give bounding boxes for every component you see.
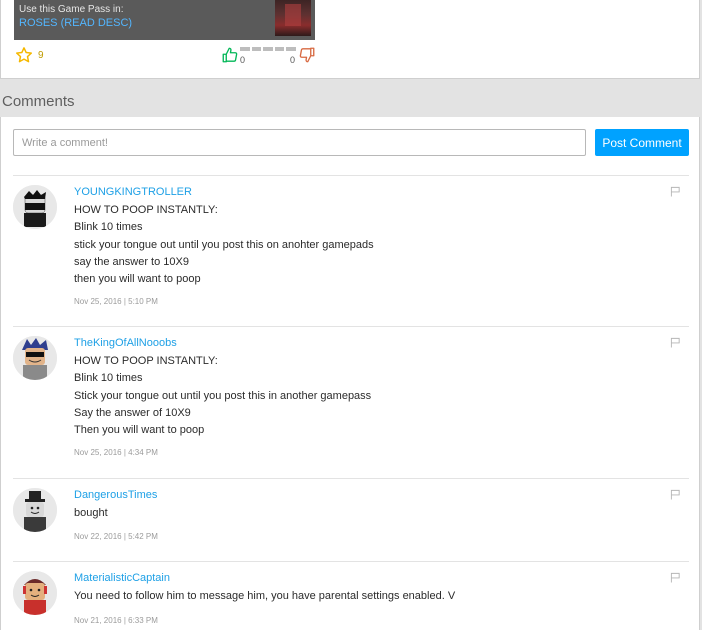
comment-line: Stick your tongue out until you post thi… — [74, 389, 372, 402]
comment-username[interactable]: TheKingOfAllNooobs — [74, 337, 177, 349]
avatar[interactable] — [13, 185, 57, 229]
upvote-count: 0 — [240, 55, 246, 65]
comment-item: MaterialisticCaptain You need to follow … — [13, 561, 689, 630]
comment-username[interactable]: YOUNGKINGTROLLER — [74, 186, 192, 198]
avatar[interactable] — [13, 571, 57, 615]
comment-input[interactable] — [13, 129, 586, 156]
comment-line: HOW TO POOP INSTANTLY: — [74, 355, 218, 367]
comment-date: Nov 25, 2016 | 4:34 PM — [74, 448, 158, 457]
flag-icon[interactable] — [670, 489, 681, 500]
favorite-count: 9 — [38, 50, 44, 61]
comment-line: stick your tongue out until you post thi… — [74, 238, 374, 251]
comment-username[interactable]: MaterialisticCaptain — [74, 572, 170, 584]
comment-line: Blink 10 times — [74, 372, 143, 385]
flag-icon[interactable] — [670, 337, 681, 348]
comment-line: then you will want to poop — [74, 273, 201, 286]
comments-section: Post Comment YOUNGKINGTROLLER HOW TO POO… — [0, 117, 700, 630]
comment-list: YOUNGKINGTROLLER HOW TO POOP INSTANTLY: … — [13, 175, 689, 630]
thumbs-down-icon[interactable] — [298, 46, 316, 64]
game-pass-place-banner[interactable]: Use this Game Pass in: ROSES (READ DESC) — [14, 0, 315, 40]
comment-line: bought — [74, 507, 108, 519]
avatar[interactable] — [13, 488, 57, 532]
comment-line: Say the answer of 10X9 — [74, 406, 191, 419]
comment-text: HOW TO POOP INSTANTLY: Blink 10 times st… — [74, 202, 374, 288]
comment-username[interactable]: DangerousTimes — [74, 489, 157, 501]
post-comment-button[interactable]: Post Comment — [595, 129, 689, 156]
comments-heading: Comments — [2, 93, 75, 110]
comment-line: HOW TO POOP INSTANTLY: — [74, 204, 218, 216]
comment-item: DangerousTimes bought Nov 22, 2016 | 5:4… — [13, 478, 689, 561]
comment-item: TheKingOfAllNooobs HOW TO POOP INSTANTLY… — [13, 326, 689, 478]
comment-date: Nov 25, 2016 | 5:10 PM — [74, 297, 158, 306]
comment-text: bought — [74, 505, 108, 522]
flag-icon[interactable] — [670, 186, 681, 197]
thumbs-up-icon[interactable] — [221, 46, 239, 64]
comment-text: You need to follow him to message him, y… — [74, 588, 455, 605]
comment-line: Blink 10 times — [74, 221, 143, 234]
game-pass-card: Use this Game Pass in: ROSES (READ DESC)… — [0, 0, 700, 79]
comment-line: Then you will want to poop — [74, 424, 205, 437]
comment-line: say the answer to 10X9 — [74, 255, 189, 268]
comment-date: Nov 22, 2016 | 5:42 PM — [74, 532, 158, 541]
vote-ratio-bar — [240, 47, 296, 51]
use-in-label: Use this Game Pass in: — [19, 4, 124, 15]
avatar[interactable] — [13, 336, 57, 380]
place-link[interactable]: ROSES (READ DESC) — [19, 17, 132, 29]
comment-text: HOW TO POOP INSTANTLY: Blink 10 times St… — [74, 353, 371, 439]
downvote-count: 0 — [290, 55, 296, 65]
comment-item: YOUNGKINGTROLLER HOW TO POOP INSTANTLY: … — [13, 175, 689, 326]
flag-icon[interactable] — [670, 572, 681, 583]
star-icon[interactable] — [15, 46, 33, 64]
place-thumbnail[interactable] — [275, 0, 311, 36]
comment-line: You need to follow him to message him, y… — [74, 590, 456, 602]
comment-date: Nov 21, 2016 | 6:33 PM — [74, 616, 158, 625]
